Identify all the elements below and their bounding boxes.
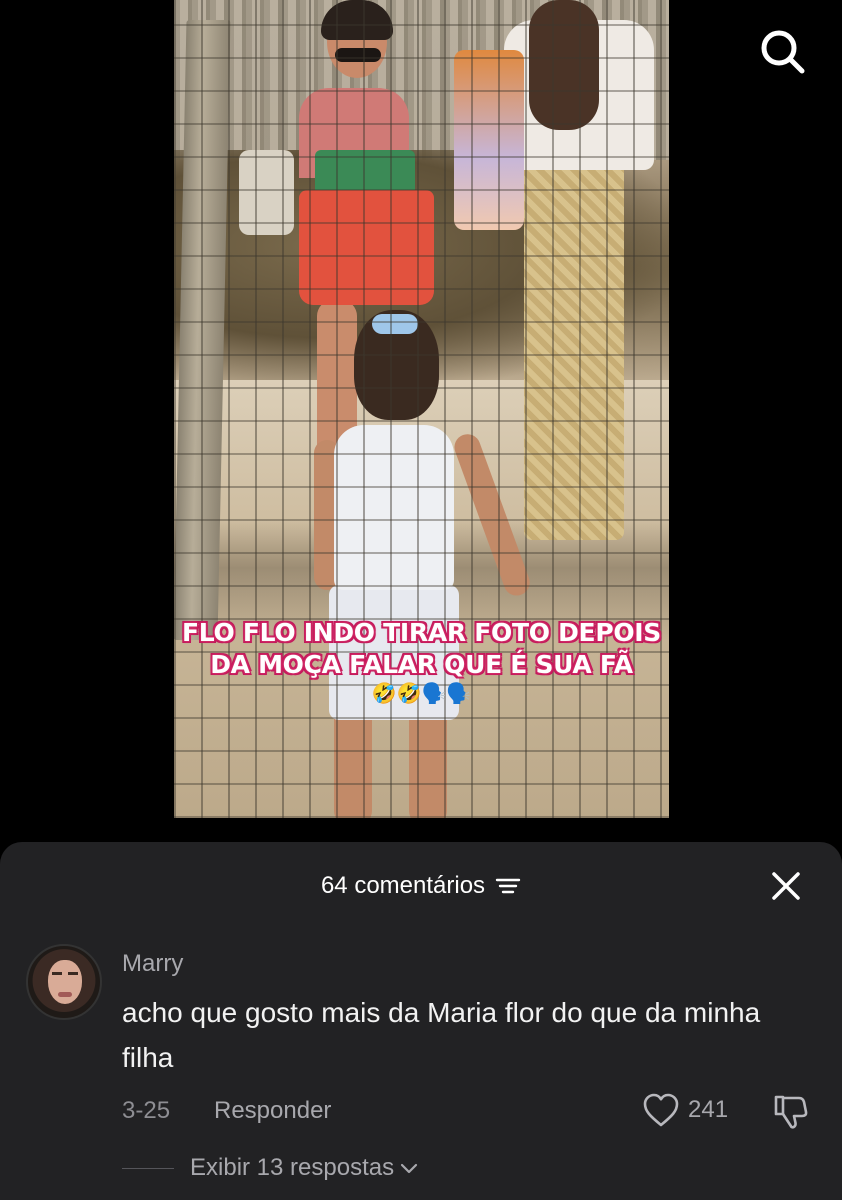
like-button[interactable]: 241: [642, 1092, 728, 1128]
close-button[interactable]: [766, 866, 806, 906]
comment-text: acho que gosto mais da Maria flor do que…: [122, 997, 761, 1073]
comments-sheet: 64 comentários Marry acho que gosto mais…: [0, 842, 842, 1200]
video-caption: FLO FLO INDO TIRAR FOTO DEPOIS DA MOÇA F…: [174, 617, 669, 707]
girl-figure: [314, 310, 534, 818]
avatar[interactable]: [26, 944, 102, 1020]
caption-emojis: 🤣🤣🗣️🗣️: [371, 683, 472, 705]
view-replies-button[interactable]: Exibir 13 respostas: [122, 1154, 418, 1182]
close-icon: [772, 872, 800, 900]
search-button[interactable]: [754, 24, 810, 80]
search-icon: [761, 30, 805, 74]
video-player[interactable]: FLO FLO INDO TIRAR FOTO DEPOIS DA MOÇA F…: [174, 0, 669, 818]
view-replies-label: Exibir 13 respostas: [190, 1154, 395, 1181]
dislike-button[interactable]: [770, 1092, 810, 1132]
sort-lines-icon[interactable]: [495, 876, 521, 896]
comment-date: 3-25: [122, 1097, 171, 1124]
caption-line-1: FLO FLO INDO TIRAR FOTO DEPOIS: [181, 618, 662, 647]
woman-in-white-figure: [454, 0, 664, 560]
caption-line-2: DA MOÇA FALAR QUE É SUA FÃ: [210, 650, 633, 679]
comments-header: 64 comentários: [0, 862, 842, 910]
like-count: 241: [688, 1096, 729, 1123]
comment-username[interactable]: Marry: [122, 950, 183, 978]
comments-count-title: 64 comentários: [320, 872, 486, 899]
reply-button[interactable]: Responder: [214, 1097, 331, 1125]
thumbs-down-icon: [774, 1095, 808, 1129]
replies-divider: [122, 1167, 174, 1169]
heart-outline-icon: [643, 1093, 679, 1127]
chevron-down-icon: [400, 1163, 418, 1174]
